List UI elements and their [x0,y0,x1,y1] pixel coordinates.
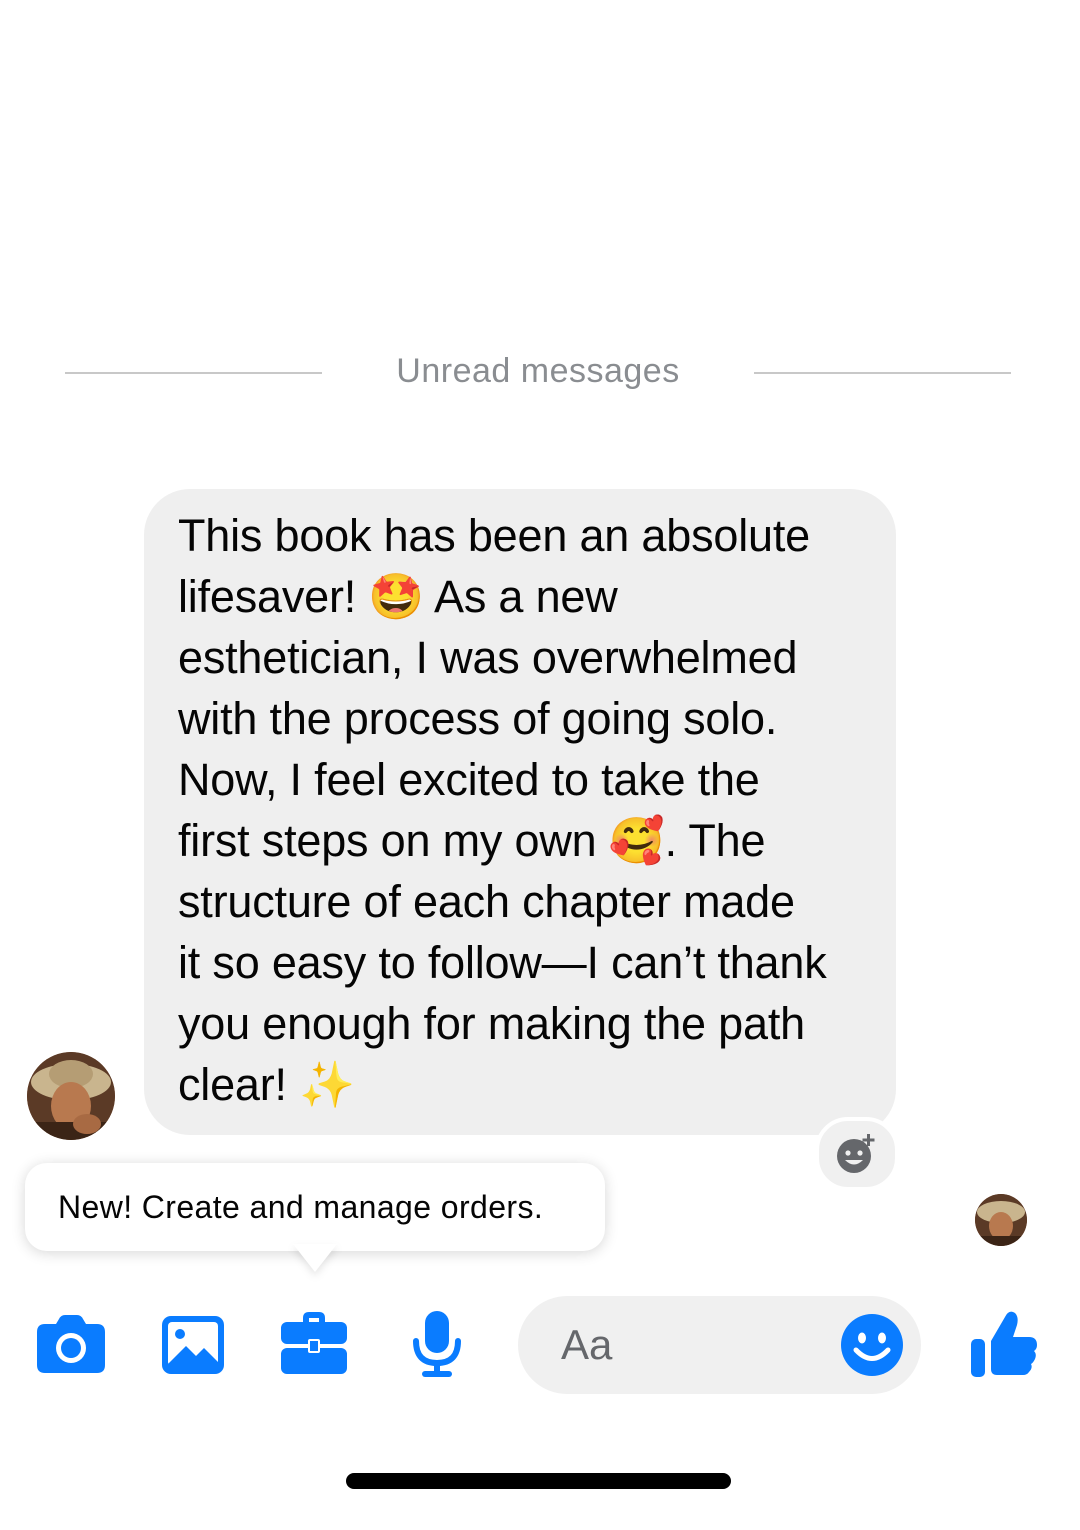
orders-tooltip-text: New! Create and manage orders. [58,1188,544,1225]
divider-line-left [65,372,322,374]
gallery-icon [162,1316,224,1374]
message-input[interactable] [561,1316,831,1374]
sender-avatar[interactable] [27,1052,115,1140]
avatar-photo [975,1194,1027,1246]
seen-receipt-avatar [975,1194,1027,1246]
like-button[interactable] [970,1308,1038,1378]
thumbs-up-icon [971,1311,1037,1377]
message-bubble[interactable]: This book has been an absolute lifesaver… [144,489,896,1135]
orders-button[interactable] [280,1310,348,1376]
camera-button[interactable] [36,1312,106,1376]
emoji-icon [841,1314,903,1376]
emoji-button[interactable] [840,1313,904,1377]
add-reaction-button[interactable] [815,1117,899,1191]
tooltip-pointer [293,1244,337,1272]
divider-line-right [754,372,1011,374]
camera-icon [37,1315,105,1373]
add-reaction-icon [837,1134,875,1173]
avatar-photo [27,1052,115,1140]
home-indicator[interactable] [346,1473,731,1489]
microphone-button[interactable] [410,1310,464,1378]
message-composer[interactable] [518,1296,921,1394]
unread-messages-divider: Unread messages [396,352,680,390]
briefcase-icon [281,1312,347,1374]
orders-tooltip: New! Create and manage orders. [25,1163,605,1251]
gallery-button[interactable] [161,1314,225,1376]
message-text: This book has been an absolute lifesaver… [178,510,827,1110]
microphone-icon [413,1311,461,1377]
